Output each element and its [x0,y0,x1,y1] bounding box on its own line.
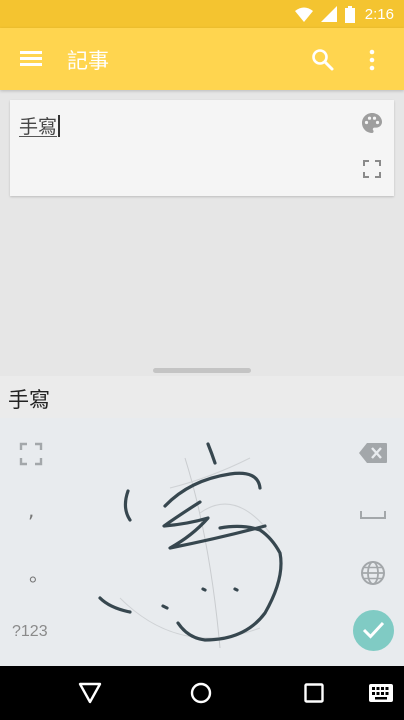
home-icon[interactable] [190,682,212,704]
comma-key[interactable]: , [28,498,34,522]
handwriting-canvas[interactable] [60,418,350,666]
navigation-bar [0,666,404,720]
status-icons: 2:16 [294,4,394,24]
globe-icon[interactable] [360,560,386,586]
menu-icon[interactable] [20,51,42,67]
app-title: 記事 [67,49,109,73]
more-vert-icon[interactable] [364,47,380,73]
ink-strokes [98,442,283,642]
space-icon[interactable] [359,510,387,520]
handwriting-keyboard: , 。 ?123 [0,418,404,666]
note-card[interactable]: 手寫 [10,100,394,196]
confirm-button[interactable] [353,610,394,651]
expand-icon[interactable] [19,442,43,466]
candidate-bar: 手寫 [0,376,404,418]
app-bar: 記事 [0,28,404,90]
candidate-suggestion[interactable]: 手寫 [8,384,50,414]
note-text: 手寫 [19,116,58,138]
battery-icon [344,5,355,23]
symbols-key[interactable]: ?123 [12,623,48,641]
period-key[interactable]: 。 [29,558,49,587]
status-bar: 2:16 [0,0,404,28]
keyboard-drag-handle[interactable] [153,368,251,373]
palette-icon[interactable] [360,111,384,135]
status-time: 2:16 [364,5,394,23]
keyboard-switch-icon[interactable] [369,684,393,702]
wifi-icon [294,7,313,22]
recents-icon[interactable] [304,683,324,703]
text-caret [58,115,60,137]
cell-signal-icon [320,6,337,22]
back-icon[interactable] [78,682,102,704]
check-icon [362,621,385,639]
backspace-icon[interactable] [358,442,388,464]
note-text-field[interactable]: 手寫 [19,112,60,139]
fullscreen-icon[interactable] [363,160,381,178]
search-icon[interactable] [310,47,336,73]
